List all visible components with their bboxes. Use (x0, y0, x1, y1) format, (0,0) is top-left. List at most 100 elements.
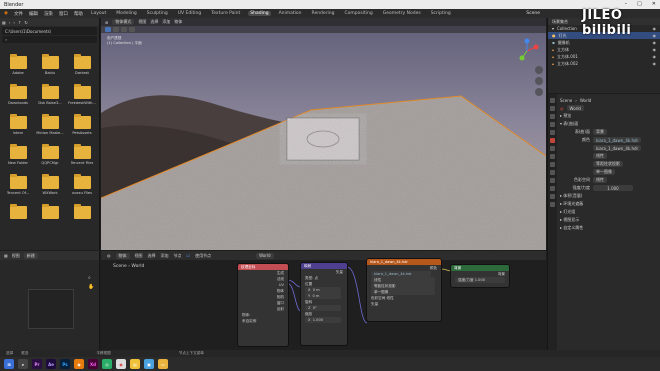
tab-rendering[interactable]: Rendering (310, 11, 337, 16)
object-tab-icon[interactable] (550, 146, 555, 151)
data-tab-icon[interactable] (550, 186, 555, 191)
files-icon[interactable]: ▣ (144, 359, 154, 369)
windows-start-icon[interactable]: ⊞ (4, 359, 14, 369)
folder-item[interactable] (66, 204, 98, 221)
modifier-tab-icon[interactable] (550, 154, 555, 159)
node-mapping[interactable]: 映射 矢量 类型: 点 位置 X 0 m Y 0 m 旋转 Z 0° 缩放 X … (301, 263, 347, 345)
notes-icon[interactable]: ▤ (130, 359, 140, 369)
panel-viewport-display[interactable]: ▸ 视图显示 (558, 216, 660, 224)
forward-icon[interactable]: › (13, 20, 15, 25)
rotate-tool-icon[interactable] (129, 27, 135, 32)
folder-item[interactable]: Tencent Files (66, 144, 98, 165)
explorer-icon[interactable]: ▭ (158, 359, 168, 369)
folder-item[interactable] (2, 204, 34, 221)
menu-edit[interactable]: 编辑 (29, 11, 38, 17)
zoom-icon[interactable]: ⌕ (88, 275, 96, 281)
folder-item[interactable]: New Folder (2, 144, 34, 165)
eye-icon[interactable]: ◉ (653, 40, 657, 45)
tab-modeling[interactable]: Modeling (114, 11, 138, 16)
menu-view[interactable]: 视图 (138, 19, 146, 25)
chrome-icon[interactable]: ◉ (116, 359, 126, 369)
panel-volume[interactable]: ▸ 体积(音量) (558, 192, 660, 200)
outliner-item[interactable]: ▴ 立方体.002 ◉ (548, 60, 660, 67)
panel-preview[interactable]: ▸ 预览 (558, 112, 660, 120)
eye-icon[interactable]: ◉ (653, 61, 657, 66)
folder-item[interactable]: FreedeskWith... (66, 84, 98, 105)
node-environment-texture[interactable]: kiara_1_dawn_4k.hdr 颜色 kiara_1_dawn_4k.h… (367, 259, 441, 321)
cursor-tool-icon[interactable] (113, 27, 119, 32)
minimize-button[interactable]: – (625, 1, 628, 7)
folder-item[interactable]: WXWork (34, 174, 66, 195)
tab-uv-editing[interactable]: UV Editing (176, 11, 203, 16)
maximize-button[interactable]: □ (637, 1, 642, 7)
constraints-tab-icon[interactable] (550, 178, 555, 183)
panel-surface[interactable]: ▾ 表(曲)面 (558, 120, 660, 128)
tab-geometry-nodes[interactable]: Geometry Nodes (381, 11, 423, 16)
editor-type-icon[interactable]: ▦ (2, 20, 6, 25)
panel-custom-props[interactable]: ▸ 自定义属性 (558, 224, 660, 232)
tab-texture-paint[interactable]: Texture Paint (209, 11, 242, 16)
world-datablock[interactable]: ◍ World (558, 104, 660, 112)
camera-icon[interactable] (535, 88, 543, 96)
refresh-icon[interactable]: ↻ (24, 20, 27, 25)
folder-item[interactable]: PetsAssets (66, 114, 98, 135)
physics-tab-icon[interactable] (550, 170, 555, 175)
folder-item[interactable]: Dsk Baise3... (34, 84, 66, 105)
3d-viewport[interactable]: ⊞ 物体模式 视图 选择 添加 物体 用户透视 (1) Collection |… (101, 18, 546, 250)
folder-item[interactable]: Downloads (2, 84, 34, 105)
menu-render[interactable]: 渲染 (44, 11, 53, 17)
navigation-gizmo-icon[interactable] (514, 38, 540, 64)
scene-tab-icon[interactable] (550, 130, 555, 135)
folder-item[interactable]: Adobe (2, 54, 34, 75)
search-icon[interactable]: ⌕ (18, 359, 28, 369)
folder-item[interactable]: xuexu Files (66, 174, 98, 195)
node-background[interactable]: 背景 背景 强度/力度 1.000 (451, 265, 509, 287)
menu-select[interactable]: 选择 (150, 19, 158, 25)
menu-object[interactable]: 物体 (174, 19, 182, 25)
folder-item[interactable]: Darkest (66, 54, 98, 75)
tab-animation[interactable]: Animation (277, 11, 304, 16)
tab-layout[interactable]: Layout (89, 11, 108, 16)
folder-item[interactable]: Baidu (34, 54, 66, 75)
particles-tab-icon[interactable] (550, 162, 555, 167)
tab-shading[interactable]: Shading (248, 11, 271, 16)
blender-icon[interactable]: ◉ (74, 359, 84, 369)
view-layer-tab-icon[interactable] (550, 122, 555, 127)
shader-node-editor[interactable]: ◍ 物体 视图 选择 添加 节点 ☑ 使用节点 World Scene › Wo… (101, 251, 546, 350)
pan-hand-icon[interactable]: ✋ (88, 284, 96, 290)
scene-selector[interactable]: Scene (526, 11, 540, 16)
world-tab-icon[interactable] (550, 138, 555, 143)
folder-item[interactable]: QQPCMgr (34, 144, 66, 165)
panel-ao[interactable]: ▸ 环境光遮蔽 (558, 200, 660, 208)
material-tab-icon[interactable] (550, 194, 555, 199)
image-canvas[interactable] (28, 289, 74, 329)
after-effects-icon[interactable]: Ae (46, 359, 56, 369)
eye-icon[interactable]: ◉ (653, 47, 657, 52)
parent-dir-icon[interactable]: ↑ (18, 20, 21, 25)
tab-sculpting[interactable]: Sculpting (145, 11, 170, 16)
menu-add[interactable]: 添加 (162, 19, 170, 25)
move-tool-icon[interactable] (121, 27, 127, 32)
editor-type-icon[interactable]: ⊞ (105, 20, 108, 25)
mode-dropdown[interactable]: 物体模式 (112, 19, 135, 25)
panel-lightgroup[interactable]: ▸ 灯光组 (558, 208, 660, 216)
photoshop-icon[interactable]: Ps (60, 359, 70, 369)
folder-item[interactable] (34, 204, 66, 221)
output-tab-icon[interactable] (550, 114, 555, 119)
texture-tab-icon[interactable] (550, 202, 555, 207)
folder-item[interactable]: Minion Maste... (34, 114, 66, 135)
editor-type-icon[interactable]: ▦ (4, 253, 8, 258)
outliner-item[interactable]: ▴ 立方体.001 ◉ (548, 53, 660, 60)
premiere-icon[interactable]: Pr (32, 359, 42, 369)
node-texture-coordinate[interactable]: 纹理坐标 生成 法线 UV 物体 相机 窗口 反射 物体: 来自实例 (238, 264, 288, 346)
menu-help[interactable]: 帮助 (74, 11, 83, 17)
menu-file[interactable]: 文件 (14, 11, 23, 17)
folder-item[interactable]: Intern (2, 114, 34, 135)
menu-view[interactable]: 视图 (12, 253, 20, 259)
back-icon[interactable]: ‹ (9, 20, 11, 25)
new-image-button[interactable]: 新建 (23, 252, 38, 259)
tab-compositing[interactable]: Compositing (343, 11, 375, 16)
tool-tab-icon[interactable] (550, 98, 555, 103)
folder-item[interactable]: Tencent Of... (2, 174, 34, 195)
menu-window[interactable]: 窗口 (59, 11, 68, 17)
